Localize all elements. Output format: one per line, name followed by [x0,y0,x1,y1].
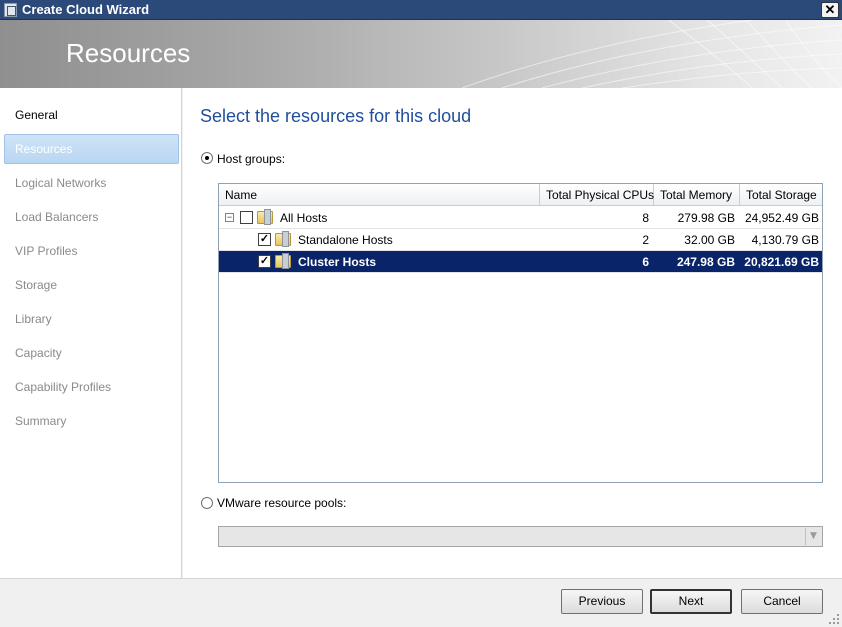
storage-cell: 4,130.79 GB [751,233,819,247]
vmware-resource-pool-select: ▼ [218,526,823,547]
wizard-header: Resources [0,20,842,88]
section-heading: Select the resources for this cloud [200,106,472,126]
cpus-cell: 6 [642,255,649,269]
resize-grip-icon[interactable] [828,613,840,625]
nav-item-library[interactable]: Library [4,304,179,334]
close-icon: ✕ [824,2,836,17]
storage-cell: 20,821.69 GB [744,255,819,269]
vmware-resource-pools-label: VMware resource pools: [217,496,347,510]
column-header-storage[interactable]: Total Storage [740,184,822,206]
row-checkbox[interactable]: ✓ [258,233,271,246]
host-group-name: Standalone Hosts [298,233,393,247]
column-header-memory[interactable]: Total Memory [654,184,740,206]
nav-item-general[interactable]: General [4,100,179,130]
host-groups-radio[interactable] [201,152,213,164]
wizard-footer: Previous Next Cancel [0,578,842,627]
nav-item-summary[interactable]: Summary [4,406,179,436]
cancel-button[interactable]: Cancel [741,589,823,614]
storage-cell: 24,952.49 GB [744,211,819,225]
folder-icon [257,209,273,225]
nav-item-storage[interactable]: Storage [4,270,179,300]
wizard-content: Select the resources for this cloud Host… [183,88,842,578]
folder-icon [275,231,291,247]
column-header-name[interactable]: Name [219,184,540,206]
host-groups-label: Host groups: [217,152,286,166]
host-groups-grid[interactable]: Name Total Physical CPUs Total Memory To… [218,183,823,483]
folder-icon [275,253,291,269]
window-title: Create Cloud Wizard [22,2,150,17]
close-button[interactable]: ✕ [821,2,839,18]
host-group-name: All Hosts [280,211,328,225]
host-group-name: Cluster Hosts [298,255,377,269]
row-checkbox[interactable]: ✓ [258,255,271,268]
title-bar[interactable]: Create Cloud Wizard ✕ [0,0,842,20]
table-row[interactable]: − All Hosts 8 279.98 GB 24,952.49 GB [219,207,822,229]
dropdown-arrow-icon: ▼ [805,528,821,545]
memory-cell: 247.98 GB [676,255,735,269]
column-header-cpus[interactable]: Total Physical CPUs [540,184,654,206]
nav-item-vip-profiles[interactable]: VIP Profiles [4,236,179,266]
nav-item-logical-networks[interactable]: Logical Networks [4,168,179,198]
row-checkbox[interactable] [240,211,253,224]
previous-button[interactable]: Previous [561,589,643,614]
memory-cell: 32.00 GB [684,233,735,247]
nav-item-capability-profiles[interactable]: Capability Profiles [4,372,179,402]
header-decoration [461,20,842,88]
wizard-nav: General Resources Logical Networks Load … [0,88,182,578]
memory-cell: 279.98 GB [677,211,735,225]
app-icon [4,3,17,17]
table-row[interactable]: ✓ Standalone Hosts 2 32.00 GB 4,130.79 G… [219,229,822,251]
table-row-selected[interactable]: ✓ Cluster Hosts 6 247.98 GB 20,821.69 GB [219,251,822,273]
nav-item-load-balancers[interactable]: Load Balancers [4,202,179,232]
nav-item-capacity[interactable]: Capacity [4,338,179,368]
page-title: Resources [66,38,191,68]
cpus-cell: 8 [642,211,649,225]
vmware-resource-pools-radio[interactable] [201,497,213,509]
cpus-cell: 2 [642,233,649,247]
next-button[interactable]: Next [650,589,732,614]
collapse-expander[interactable]: − [225,213,234,222]
nav-item-resources[interactable]: Resources [4,134,179,164]
